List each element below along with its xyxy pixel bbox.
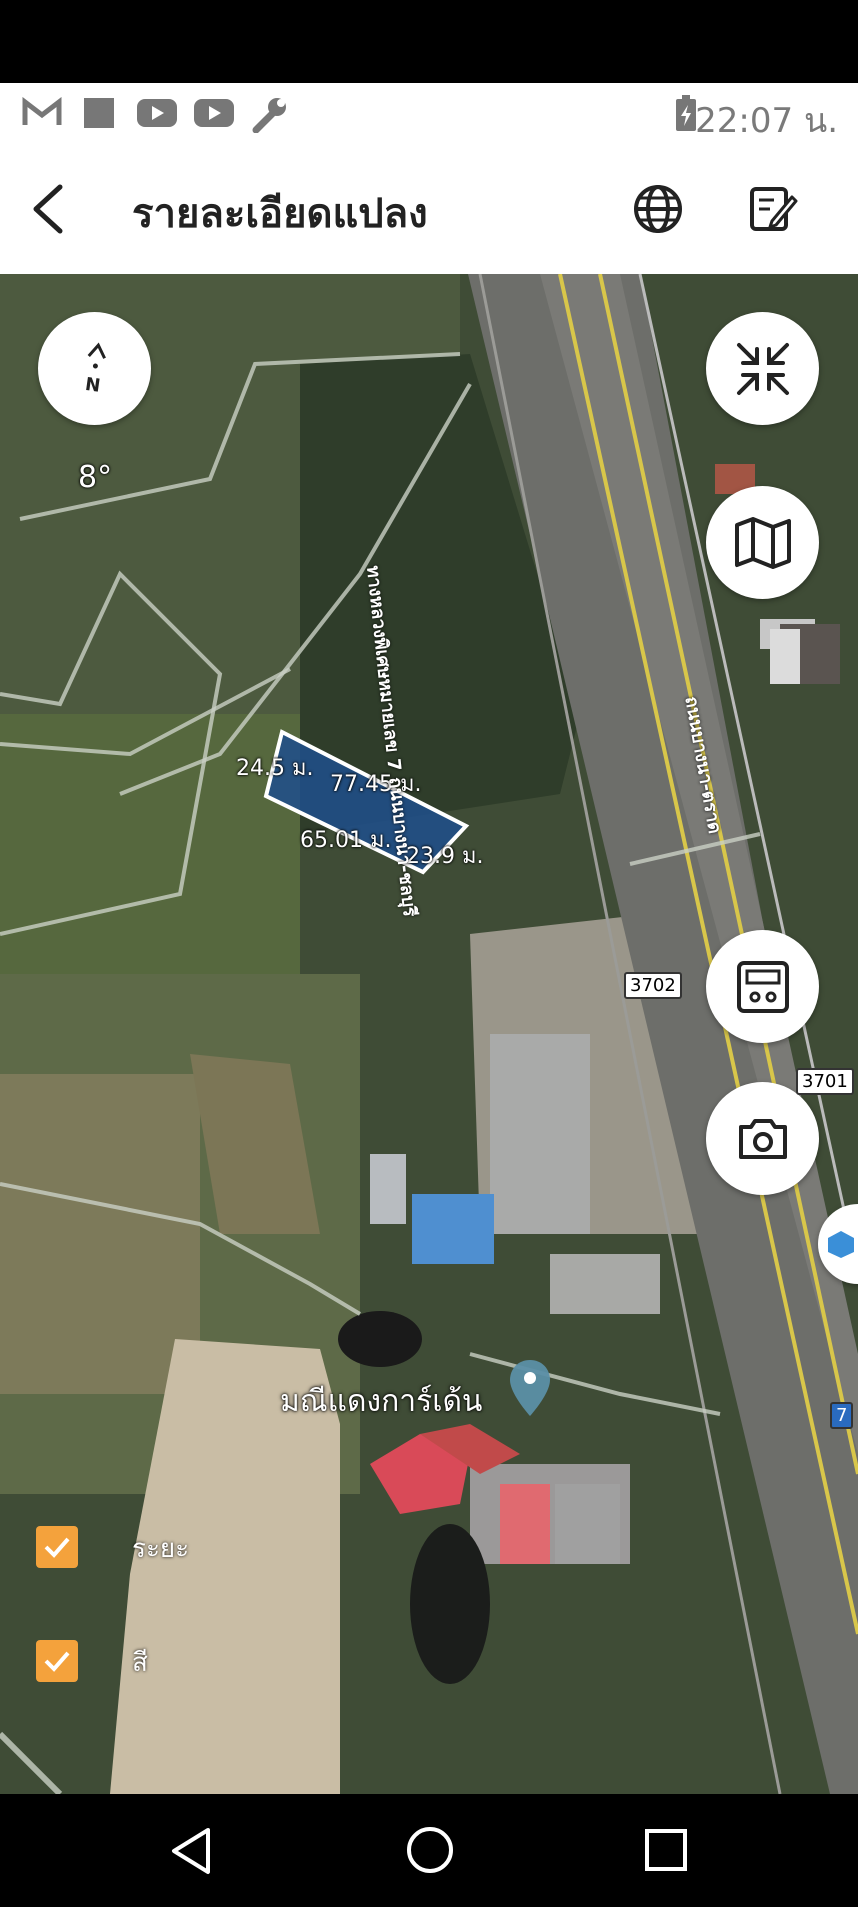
nav-back-icon[interactable] bbox=[168, 1826, 214, 1880]
color-checkbox[interactable] bbox=[36, 1640, 78, 1682]
check-icon bbox=[44, 1537, 70, 1558]
parcel-edge-label: 65.01 ม. bbox=[300, 828, 392, 853]
collapse-button[interactable] bbox=[706, 312, 819, 425]
parcel-edge-label: 24.5 ม. bbox=[236, 756, 314, 781]
app-bar: รายละเอียดแปลง bbox=[0, 143, 858, 274]
map-icon bbox=[734, 516, 791, 569]
page-title: รายละเอียดแปลง bbox=[132, 191, 428, 237]
svg-text:N: N bbox=[83, 373, 101, 396]
gmail-icon bbox=[22, 96, 62, 131]
wrench-icon bbox=[250, 97, 290, 137]
back-arrow-icon[interactable] bbox=[28, 181, 68, 241]
navigation-bar bbox=[0, 1794, 858, 1907]
camera-icon bbox=[738, 1118, 787, 1159]
road-shield: 3702 bbox=[624, 972, 682, 999]
color-label: สี bbox=[132, 1648, 148, 1678]
nav-recents-icon[interactable] bbox=[644, 1828, 688, 1876]
compass-rotation: 8° bbox=[78, 460, 113, 495]
app-square-icon bbox=[82, 97, 116, 133]
nav-home-icon[interactable] bbox=[404, 1824, 456, 1880]
place-pin-icon[interactable] bbox=[508, 1358, 552, 1422]
collapse-icon bbox=[736, 342, 789, 395]
cube-icon bbox=[828, 1231, 854, 1258]
road-shield: 3701 bbox=[796, 1068, 854, 1095]
compass-button[interactable]: N bbox=[38, 312, 151, 425]
camera-button[interactable] bbox=[706, 1082, 819, 1195]
compass-north-icon: N bbox=[83, 342, 106, 396]
distance-checkbox[interactable] bbox=[36, 1526, 78, 1568]
calculator-icon bbox=[736, 960, 789, 1013]
globe-icon[interactable] bbox=[632, 183, 684, 239]
top-black-bar bbox=[0, 0, 858, 83]
distance-label: ระยะ bbox=[132, 1534, 190, 1564]
calculator-button[interactable] bbox=[706, 930, 819, 1043]
map-layers-button[interactable] bbox=[706, 486, 819, 599]
road-shield: 7 bbox=[830, 1402, 854, 1429]
edit-note-icon[interactable] bbox=[748, 183, 798, 237]
youtube-icon bbox=[193, 97, 235, 133]
satellite-map[interactable]: N 8° 24.5 ม. 77.45 ม. 65.01 ม. 23.9 ม. ท… bbox=[0, 274, 858, 1794]
status-bar: 22:07 น. bbox=[0, 83, 858, 143]
place-label: มณีแดงการ์เด้น bbox=[280, 1384, 483, 1419]
clock: 22:07 น. bbox=[695, 101, 838, 141]
youtube-icon bbox=[136, 97, 178, 133]
check-icon bbox=[44, 1651, 70, 1672]
